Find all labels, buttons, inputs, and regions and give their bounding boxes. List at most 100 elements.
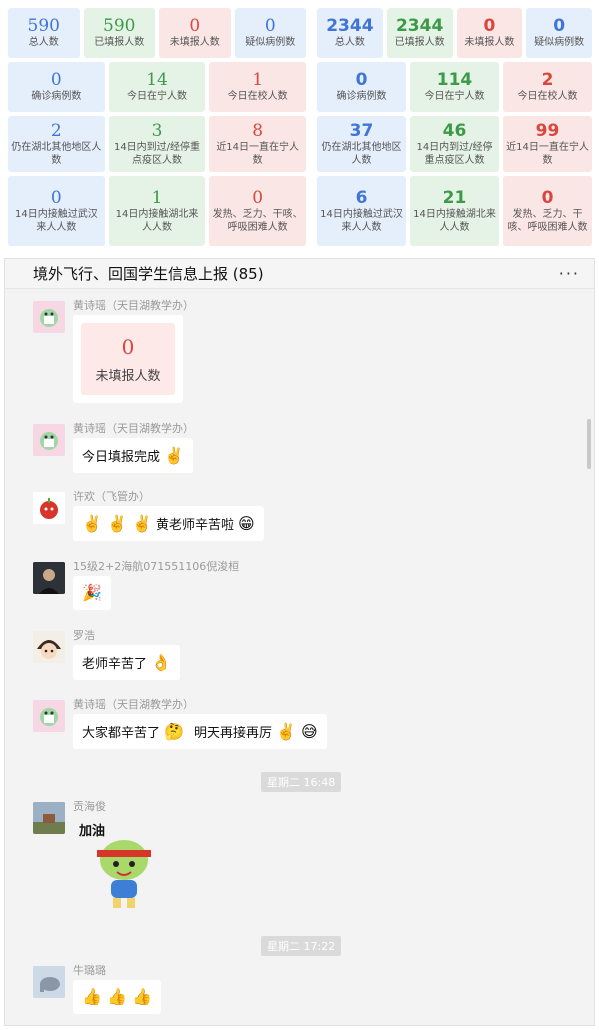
stat-value: 14 [146, 70, 168, 90]
chat-window: 境外飞行、回国学生信息上报 (85) ··· 黄诗瑶（天目湖教学办） 0 未填报… [4, 258, 595, 1026]
stat-value: 2 [541, 70, 554, 90]
stat-label: 疑似病例数 [534, 37, 585, 48]
stat-label: 疑似病例数 [245, 37, 296, 48]
stat-card-unreported: 0 未填报人数 [456, 8, 523, 58]
avatar[interactable] [33, 966, 65, 998]
stats-row: 37 仍在湖北其他地区人数 46 14日内到过/经停重点疫区人数 99 近14日一直在… [317, 116, 592, 172]
message-bubble[interactable]: 今日填报完成 ✌️ [73, 438, 193, 473]
stat-card-unreported: 0 未填报人数 [159, 8, 231, 58]
stat-value: 0 [252, 187, 264, 208]
stat-card-confirmed: 0 确诊病例数 [8, 62, 105, 112]
avatar[interactable] [33, 700, 65, 732]
grin-face-icon: 😁 [237, 513, 255, 533]
stat-label: 仍在湖北其他地区人数 [11, 141, 102, 166]
stats-row: 2344 总人数 2344 已填报人数 0 未填报人数 0 疑似病例数 [317, 8, 592, 58]
more-icon[interactable]: ··· [559, 264, 580, 283]
sticker[interactable]: 加油 [79, 820, 169, 910]
elephant-avatar-icon [33, 966, 65, 998]
stat-card-epidemic-area: 46 14日内到过/经停重点疫区人数 [410, 116, 499, 172]
stat-value: 590 [27, 16, 60, 36]
message-bubble[interactable]: 👍 👍 👍 [73, 980, 161, 1014]
person-avatar-icon [33, 562, 65, 594]
leaf-avatar-icon [33, 301, 65, 333]
stat-label: 14日内到过/经停重点疫区人数 [113, 141, 201, 166]
avatar[interactable] [33, 562, 65, 594]
stat-label: 确诊病例数 [336, 91, 387, 102]
stat-label: 未填报人数 [464, 37, 515, 48]
stats-panel-school: 2344 总人数 2344 已填报人数 0 未填报人数 0 疑似病例数 0 确诊病例数 1… [317, 8, 592, 250]
stat-card-hubei-contact: 21 14日内接触湖北来人人数 [410, 176, 499, 246]
sender-name: 贡海俊 [73, 800, 106, 813]
victory-hand-icon: ✌️ [164, 445, 184, 465]
timestamp-divider: 星期二 16:48 [261, 772, 342, 792]
message-text: 今日填报完成 [82, 450, 161, 465]
stat-value: 0 [121, 334, 135, 359]
stat-value: 590 [103, 16, 136, 36]
stat-card-suspected: 0 疑似病例数 [234, 8, 306, 58]
stat-label: 今日在校人数 [517, 91, 578, 102]
cheering-mascot-icon [97, 840, 151, 908]
stat-card-wuhan-contact: 0 14日内接触过武汉来人人数 [8, 176, 105, 246]
message-bubble[interactable]: 大家都辛苦了 🤔 明天再接再厉 ✌️ 😅 [73, 714, 327, 749]
avatar[interactable] [33, 631, 65, 663]
stat-card-confirmed: 0 确诊病例数 [317, 62, 406, 112]
avatar[interactable] [33, 492, 65, 524]
stat-card-total: 2344 总人数 [317, 8, 383, 58]
stat-label: 发热、乏力、干咳、呼吸困难人数 [507, 208, 588, 233]
ok-hand-icon: 👌 [151, 652, 171, 672]
message-bubble[interactable]: 老师辛苦了 👌 [73, 645, 180, 680]
scrollbar[interactable] [587, 419, 591, 469]
victory-hand-icon: ✌️ 😅 [275, 721, 318, 741]
stat-label: 今日在宁人数 [424, 91, 485, 102]
stat-value: 0 [483, 16, 496, 36]
stat-card-stayed-nanjing: 99 近14日一直在宁人数 [503, 116, 592, 172]
stat-label: 14日内接触湖北来人人数 [115, 208, 199, 233]
landscape-avatar-icon [33, 802, 65, 834]
stat-value: 6 [355, 187, 368, 208]
stat-value: 0 [355, 70, 368, 90]
avatar[interactable] [33, 802, 65, 834]
stat-card-in-hubei: 2 仍在湖北其他地区人数 [8, 116, 105, 172]
stat-card-on-campus: 1 今日在校人数 [209, 62, 307, 112]
stat-label: 14日内接触过武汉来人人数 [320, 208, 403, 233]
chat-header: 境外飞行、回国学生信息上报 (85) ··· [5, 259, 594, 289]
stat-card-in-hubei: 37 仍在湖北其他地区人数 [317, 116, 406, 172]
stats-row: 0 确诊病例数 14 今日在宁人数 1 今日在校人数 [8, 62, 307, 112]
stats-panel-class: 590 总人数 590 已填报人数 0 未填报人数 0 疑似病例数 0 确诊病例数 14 今… [8, 8, 307, 250]
stat-card-stayed-nanjing: 8 近14日一直在宁人数 [209, 116, 307, 172]
stat-label: 14日内到过/经停重点疫区人数 [416, 141, 493, 166]
stat-value: 0 [264, 16, 276, 36]
stat-label: 已填报人数 [94, 37, 145, 48]
timestamp-divider: 星期二 17:22 [261, 936, 342, 956]
message-text: 老师辛苦了 [82, 657, 148, 672]
message-bubble[interactable]: 🎉 [73, 576, 111, 610]
stat-value: 99 [535, 120, 560, 141]
stat-card-epidemic-area: 3 14日内到过/经停重点疫区人数 [108, 116, 206, 172]
stat-value: 114 [436, 70, 473, 90]
avatar[interactable] [33, 301, 65, 333]
sender-name: 黄诗瑶（天目湖教学办） [73, 299, 194, 312]
stats-row: 590 总人数 590 已填报人数 0 未填报人数 0 疑似病例数 [8, 8, 306, 58]
victory-hand-icon: ✌️ ✌️ ✌️ [82, 513, 152, 533]
avatar[interactable] [33, 424, 65, 456]
stat-card-symptoms: 0 发热、乏力、干咳、呼吸困难人数 [209, 176, 307, 246]
sender-name: 牛璐璐 [73, 964, 106, 977]
stat-value: 0 [50, 70, 62, 90]
stat-label: 总人数 [28, 37, 59, 48]
message-text: 大家都辛苦了 [82, 726, 161, 741]
stat-label: 总人数 [334, 37, 365, 48]
stat-value: 2344 [395, 16, 444, 36]
sender-name: 黄诗瑶（天目湖教学办） [73, 698, 194, 711]
stat-label: 发热、乏力、干咳、呼吸困难人数 [212, 208, 303, 233]
message-bubble[interactable]: ✌️ ✌️ ✌️ 黄老师辛苦啦 😁 [73, 506, 264, 541]
stat-card-wuhan-contact: 6 14日内接触过武汉来人人数 [317, 176, 406, 246]
message-bubble[interactable]: 0 未填报人数 [73, 315, 183, 403]
stat-card-on-campus: 2 今日在校人数 [503, 62, 592, 112]
stat-value: 1 [252, 70, 264, 90]
stats-row: 6 14日内接触过武汉来人人数 21 14日内接触湖北来人人数 0 发热、乏力、干咳、… [317, 176, 592, 246]
stat-label: 仍在湖北其他地区人数 [321, 141, 402, 166]
stat-value: 8 [252, 120, 264, 141]
chat-title: 境外飞行、回国学生信息上报 (85) [33, 265, 264, 283]
message-text: 明天再接再厉 [193, 726, 272, 741]
apple-avatar-icon [33, 492, 65, 524]
